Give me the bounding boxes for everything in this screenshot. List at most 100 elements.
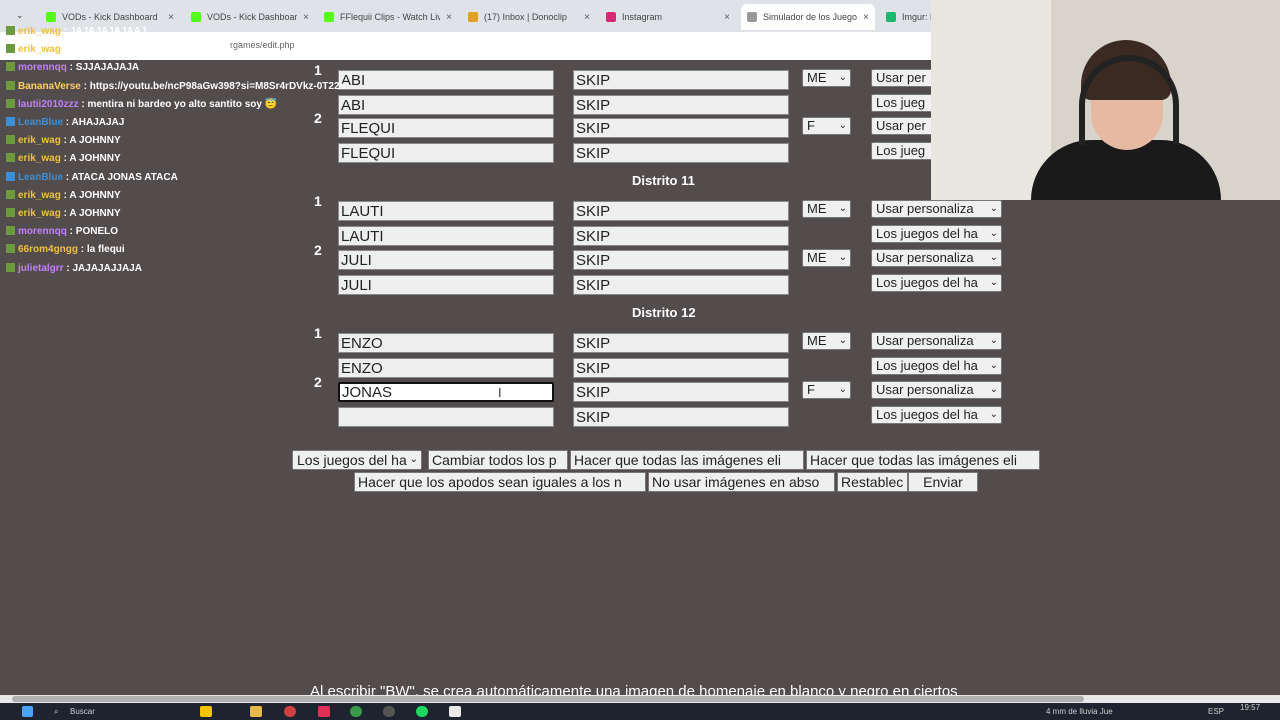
tribute-nickname-input[interactable]: JULI bbox=[338, 274, 554, 295]
folder-icon[interactable] bbox=[250, 706, 262, 717]
chat-badge-icon bbox=[6, 171, 15, 181]
gender-select[interactable]: ME ⌄ bbox=[802, 200, 851, 218]
district-title: Distrito 12 bbox=[632, 305, 696, 320]
global-mode-select[interactable]: Los juegos del ha ⌄ bbox=[292, 450, 422, 470]
global-mode-select-text: Los juegos del ha bbox=[297, 452, 407, 468]
action-button[interactable]: Restablec bbox=[837, 472, 908, 492]
search-icon[interactable]: ⌕ bbox=[54, 707, 58, 717]
chat-message: erik_wag : A JOHNNY bbox=[6, 208, 121, 219]
obs-icon[interactable] bbox=[383, 706, 395, 717]
gender-select[interactable]: F ⌄ bbox=[802, 381, 851, 399]
language-indicator[interactable]: ESP bbox=[1208, 707, 1224, 716]
weather-text[interactable]: 4 mm de lluvia Jue bbox=[1046, 707, 1113, 716]
tribute-image-bw-input[interactable]: SKIP bbox=[573, 225, 789, 246]
tribute-nickname-input-text: JULI bbox=[341, 276, 372, 294]
image-mode-select[interactable]: Usar personaliza ⌄ bbox=[871, 249, 1002, 267]
tribute-image-input[interactable]: SKIP bbox=[573, 250, 789, 270]
tribute-image-bw-input[interactable]: SKIP bbox=[573, 274, 789, 295]
chat-badge-icon bbox=[6, 262, 15, 272]
browser-tab[interactable]: Instagram × bbox=[600, 6, 736, 28]
chevron-down-icon: ⌄ bbox=[838, 252, 847, 263]
tribute-nickname-input[interactable]: ENZO bbox=[338, 357, 554, 378]
chat-message: erik_wag : A JOHNNY bbox=[6, 189, 121, 201]
close-tab-icon[interactable]: × bbox=[168, 12, 174, 23]
action-button[interactable]: Cambiar todos los p bbox=[428, 450, 568, 470]
gender-select-text: ME bbox=[807, 333, 827, 348]
image-mode-select-2[interactable]: Los juegos del ha ⌄ bbox=[871, 224, 1002, 243]
tribute-nickname-input[interactable]: LAUTI bbox=[338, 225, 554, 246]
tribute-image-input[interactable]: SKIP bbox=[573, 382, 789, 402]
tribute-image-input[interactable]: SKIP bbox=[573, 118, 789, 138]
chat-username: erik_wag bbox=[18, 189, 61, 201]
browser-tab[interactable]: Simulador de los Juegos × bbox=[741, 4, 875, 30]
close-tab-icon[interactable]: × bbox=[446, 12, 452, 23]
chevron-down-icon: ⌄ bbox=[838, 335, 847, 346]
gender-select[interactable]: ME ⌄ bbox=[802, 69, 851, 87]
tribute-name-input[interactable]: LAUTI bbox=[338, 201, 554, 221]
horizontal-scrollbar[interactable] bbox=[0, 695, 1280, 703]
tiktok-icon[interactable] bbox=[318, 706, 330, 717]
chat-text: NONONO PONE A JOHNNY bbox=[69, 44, 200, 56]
image-mode-select[interactable]: Usar personaliza ⌄ bbox=[871, 200, 1002, 218]
tribute-name-input[interactable]: JONAS bbox=[338, 382, 554, 402]
tribute-nickname-input[interactable]: ABI bbox=[338, 94, 554, 115]
image-mode-select[interactable]: Usar personaliza ⌄ bbox=[871, 332, 1002, 350]
tribute-image-bw-input[interactable]: SKIP bbox=[573, 406, 789, 427]
chrome-alt-icon[interactable] bbox=[350, 706, 362, 717]
image-mode-select-2[interactable]: Los juegos del ha ⌄ bbox=[871, 273, 1002, 292]
tribute-image-input[interactable]: SKIP bbox=[573, 70, 789, 90]
scrollbar-thumb[interactable] bbox=[12, 696, 1084, 702]
tab-search-icon[interactable]: ⌄ bbox=[16, 10, 24, 21]
tab-favicon-icon bbox=[324, 12, 334, 22]
chevron-down-icon: ⌄ bbox=[989, 408, 998, 420]
image-mode-select-2[interactable]: Los juegos del ha ⌄ bbox=[871, 405, 1002, 424]
close-tab-icon[interactable]: × bbox=[584, 12, 590, 23]
tribute-image-bw-input[interactable]: SKIP bbox=[573, 94, 789, 115]
browser-tab[interactable]: FFlequii Clips - Watch Liv × bbox=[318, 6, 458, 28]
tribute-name-input[interactable]: ABI bbox=[338, 70, 554, 90]
tribute-name-input[interactable]: JULI bbox=[338, 250, 554, 270]
gender-select[interactable]: ME ⌄ bbox=[802, 332, 851, 350]
windows-start-icon[interactable] bbox=[22, 706, 33, 717]
action-button[interactable]: Hacer que los apodos sean iguales a los … bbox=[354, 472, 646, 492]
star-icon[interactable] bbox=[200, 706, 212, 717]
close-tab-icon[interactable]: × bbox=[303, 12, 309, 23]
taskbar-search-label[interactable]: Buscar bbox=[70, 707, 95, 716]
chat-text: la flequi bbox=[86, 244, 125, 256]
clock[interactable]: 19:57 bbox=[1240, 703, 1260, 712]
gender-select[interactable]: F ⌄ bbox=[802, 117, 851, 135]
tribute-name-input[interactable]: ENZO bbox=[338, 333, 554, 353]
chrome-icon[interactable] bbox=[284, 706, 296, 717]
chat-separator: : bbox=[66, 226, 76, 238]
chat-badge-icon bbox=[6, 80, 15, 90]
browser-tab[interactable]: (17) Inbox | Donoclip × bbox=[462, 6, 596, 28]
image-mode-select[interactable]: Usar personaliza ⌄ bbox=[871, 381, 1002, 399]
tribute-nickname-input[interactable]: FLEQUI bbox=[338, 142, 554, 163]
tribute-image-input[interactable]: SKIP bbox=[573, 333, 789, 353]
document-icon[interactable] bbox=[449, 706, 461, 717]
browser-tab[interactable]: VODs - Kick Dashboard × bbox=[185, 6, 315, 28]
action-button[interactable]: No usar imágenes en abso bbox=[648, 472, 835, 492]
close-tab-icon[interactable]: × bbox=[863, 12, 869, 23]
gender-select[interactable]: ME ⌄ bbox=[802, 249, 851, 267]
action-button[interactable]: Hacer que todas las imágenes eli bbox=[570, 450, 804, 470]
action-button[interactable]: Hacer que todas las imágenes eli bbox=[806, 450, 1040, 470]
spotify-icon[interactable] bbox=[416, 706, 428, 717]
tribute-image-bw-input[interactable]: SKIP bbox=[573, 142, 789, 163]
close-tab-icon[interactable]: × bbox=[724, 12, 730, 23]
gender-select-text: ME bbox=[807, 70, 827, 85]
chat-text: mentira ni bardeo yo alto santito soy 😇 bbox=[87, 98, 278, 110]
submit-button[interactable]: Enviar bbox=[908, 472, 978, 492]
chevron-down-icon: ⌄ bbox=[989, 359, 998, 371]
tribute-image-input[interactable]: SKIP bbox=[573, 201, 789, 221]
tribute-image-bw-input[interactable]: SKIP bbox=[573, 357, 789, 378]
tribute-nickname-input[interactable] bbox=[338, 406, 554, 427]
browser-tab[interactable]: VODs - Kick Dashboard × bbox=[40, 6, 180, 28]
tribute-name-input[interactable]: FLEQUI bbox=[338, 118, 554, 138]
chat-badge-icon bbox=[6, 189, 15, 199]
chat-badge-icon bbox=[6, 208, 15, 217]
chevron-down-icon: ⌄ bbox=[838, 72, 847, 83]
image-mode-select-2[interactable]: Los juegos del ha ⌄ bbox=[871, 356, 1002, 375]
tribute-image-bw-input-text: SKIP bbox=[576, 359, 611, 377]
chat-message: morennqq : PONELO bbox=[6, 226, 118, 237]
